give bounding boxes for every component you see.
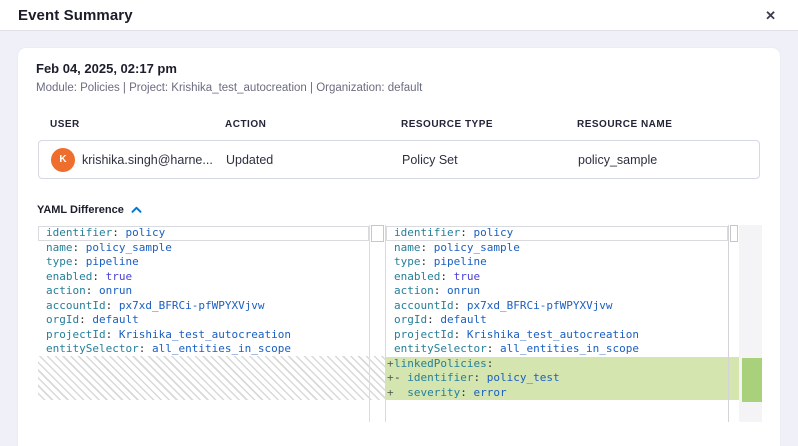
- column-header-resource-name: RESOURCE NAME: [577, 119, 748, 130]
- audit-table-header: USER ACTION RESOURCE TYPE RESOURCE NAME: [50, 119, 748, 130]
- right-scrollbar-slider[interactable]: [730, 225, 738, 242]
- code-line: enabled: true: [38, 270, 385, 285]
- code-line: accountId: px7xd_BFRCi-pfWPYXVjvw: [386, 299, 739, 314]
- right-scrollbar[interactable]: [728, 225, 739, 422]
- chevron-up-icon[interactable]: [131, 206, 142, 214]
- code-line: name: policy_sample: [386, 241, 739, 256]
- code-line: name: policy_sample: [38, 241, 385, 256]
- column-header-user: USER: [50, 119, 225, 130]
- code-line: entitySelector: all_entities_in_scope: [38, 342, 385, 357]
- user-email: krishika.singh@harne...: [82, 153, 213, 167]
- code-line: action: onrun: [38, 284, 385, 299]
- code-line: type: pipeline: [38, 255, 385, 270]
- code-line: orgId: default: [386, 313, 739, 328]
- code-line: identifier: policy: [386, 226, 728, 241]
- diff-overview-ruler[interactable]: [739, 225, 762, 422]
- code-line: enabled: true: [386, 270, 739, 285]
- diff-added-line: +linkedPolicies:: [386, 357, 739, 372]
- left-scrollbar[interactable]: [369, 225, 385, 422]
- avatar: K: [51, 148, 75, 172]
- table-row: K krishika.singh@harne... Updated Policy…: [38, 140, 760, 179]
- diff-hatch-placeholder: [38, 356, 385, 400]
- code-line: projectId: Krishika_test_autocreation: [386, 328, 739, 343]
- event-timestamp: Feb 04, 2025, 02:17 pm: [36, 61, 762, 76]
- diff-added-line: +- identifier: policy_test: [386, 371, 739, 386]
- code-line: entitySelector: all_entities_in_scope: [386, 342, 739, 357]
- yaml-diff-editor[interactable]: identifier: policyname: policy_sampletyp…: [38, 225, 762, 422]
- modal-header: Event Summary ✕: [0, 0, 798, 31]
- action-value: Updated: [226, 153, 402, 167]
- modal-body: Feb 04, 2025, 02:17 pm Module: Policies …: [0, 31, 798, 446]
- left-scrollbar-slider[interactable]: [371, 225, 384, 242]
- column-header-resource-type: RESOURCE TYPE: [401, 119, 577, 130]
- code-line: projectId: Krishika_test_autocreation: [38, 328, 385, 343]
- resource-type-value: Policy Set: [402, 153, 578, 167]
- column-header-action: ACTION: [225, 119, 401, 130]
- added-lines-marker: [742, 358, 762, 402]
- code-line: accountId: px7xd_BFRCi-pfWPYXVjvw: [38, 299, 385, 314]
- modified-code-lines: identifier: policyname: policy_sampletyp…: [386, 225, 739, 400]
- event-card: Feb 04, 2025, 02:17 pm Module: Policies …: [18, 48, 780, 446]
- code-line: identifier: policy: [38, 226, 369, 241]
- diff-pane-original[interactable]: identifier: policyname: policy_sampletyp…: [38, 225, 385, 422]
- resource-name-value: policy_sample: [578, 153, 747, 167]
- code-line: action: onrun: [386, 284, 739, 299]
- yaml-difference-toggle[interactable]: YAML Difference: [37, 204, 762, 216]
- yaml-difference-label: YAML Difference: [37, 204, 124, 216]
- diff-pane-modified[interactable]: identifier: policyname: policy_sampletyp…: [385, 225, 739, 422]
- code-line: orgId: default: [38, 313, 385, 328]
- code-line: type: pipeline: [386, 255, 739, 270]
- user-cell: K krishika.singh@harne...: [51, 148, 226, 172]
- page-title: Event Summary: [18, 7, 133, 24]
- original-code-lines: identifier: policyname: policy_sampletyp…: [38, 225, 385, 357]
- diff-added-line: + severity: error: [386, 386, 739, 401]
- event-context: Module: Policies | Project: Krishika_tes…: [36, 82, 762, 94]
- close-icon[interactable]: ✕: [765, 9, 776, 22]
